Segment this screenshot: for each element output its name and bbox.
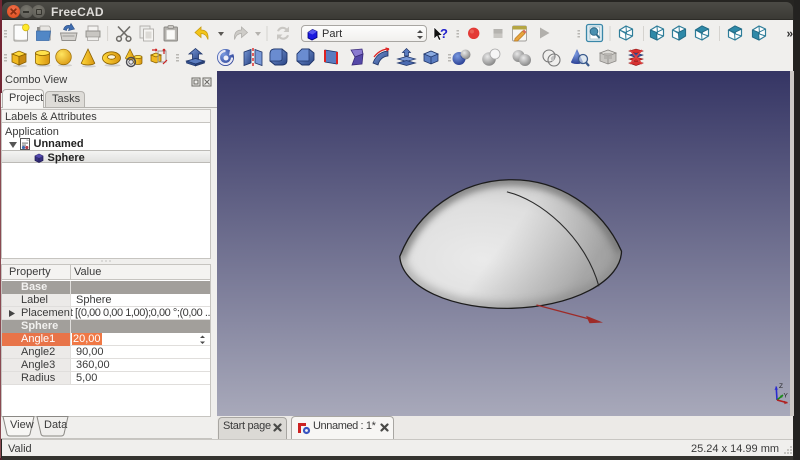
svg-text:?: ? [440,26,448,41]
svg-text:View: View [10,419,34,431]
svg-text:Data: Data [44,419,68,431]
svg-text:»: » [787,27,794,41]
svg-text:Z: Z [779,383,783,390]
svg-text:Y: Y [784,393,789,400]
